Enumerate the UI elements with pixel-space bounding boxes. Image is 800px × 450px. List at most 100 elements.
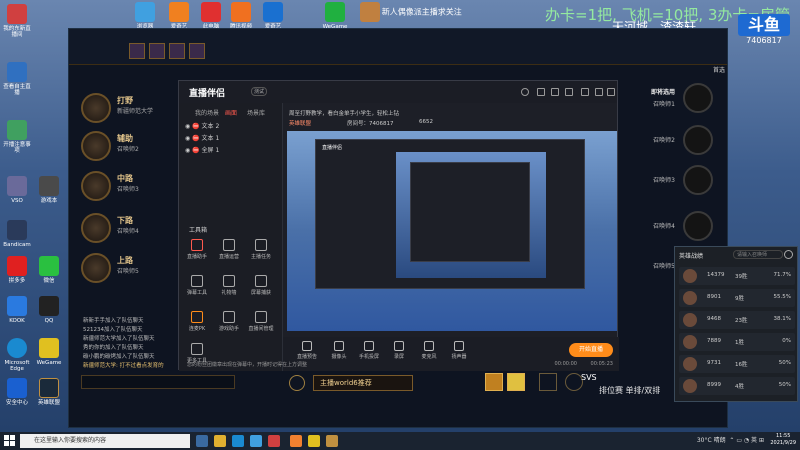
desktop-icon-8[interactable]: KOOK	[2, 296, 32, 324]
close-icon[interactable]	[607, 88, 615, 96]
task-view-icon[interactable]	[196, 435, 208, 447]
desktop-icon-13[interactable]: 英雄联盟	[34, 378, 64, 406]
camera-button[interactable]: 摄像头	[325, 341, 353, 360]
rank-row[interactable]: 8999 4胜 50%	[679, 377, 795, 395]
scene-item[interactable]: ◉ ⛔ 文本 2	[185, 121, 219, 130]
rank-row[interactable]: 8901 9胜 55.5%	[679, 289, 795, 307]
tab-scene-library[interactable]: 场景库	[247, 108, 265, 117]
stream-preview[interactable]: 直播伴侣	[287, 131, 617, 331]
rank-row[interactable]: 7889 1胜 0%	[679, 333, 795, 351]
summoner-spell-ignite[interactable]	[507, 373, 525, 391]
tool-item[interactable]: 直播助手	[183, 239, 211, 260]
app-icon[interactable]	[250, 435, 262, 447]
desktop-icon-10[interactable]: Microsoft Edge	[2, 338, 32, 372]
tab-my-scenes[interactable]: 我的场景	[195, 108, 219, 117]
lock-in-icon[interactable]	[289, 375, 305, 391]
tool-item[interactable]: 直播运营	[215, 239, 243, 260]
edge-icon[interactable]	[232, 435, 244, 447]
desktop-icon-6[interactable]: 拼多多	[2, 256, 32, 284]
stream-category[interactable]: 英雄联盟	[289, 119, 311, 127]
tool-item[interactable]: 屏幕捕获	[247, 275, 275, 296]
desktop-icon-11[interactable]: WeGame	[34, 338, 64, 366]
top-icon-2[interactable]: 此电脑	[196, 2, 226, 30]
stream-title[interactable]: 周至打野教学，看白金单手小学生，轻松上钻	[289, 109, 399, 117]
top-icon-0[interactable]: 浏览器	[130, 2, 160, 30]
file-explorer-icon[interactable]	[214, 435, 226, 447]
pick-slot-bot[interactable]: 下路 召唤师4	[77, 211, 192, 247]
app-icon[interactable]	[290, 435, 302, 447]
tool-item[interactable]: 直播间管理	[247, 311, 275, 332]
speaker-button[interactable]: 扬声器	[445, 341, 473, 360]
phone-cast-button[interactable]: 手机投屏	[355, 341, 383, 360]
top-icon-6[interactable]: 新人偶像派主播求关注	[360, 2, 480, 24]
rank-row[interactable]: 14379 39胜 71.7%	[679, 267, 795, 285]
lol-icon[interactable]	[326, 435, 338, 447]
desktop-icon-7[interactable]: 微信	[34, 256, 64, 284]
pick-slot-mid[interactable]: 中路 召唤师3	[77, 169, 192, 205]
rank-row[interactable]: 9468 23胜 38.1%	[679, 311, 795, 329]
champion-thumb[interactable]	[189, 43, 205, 59]
maximize-icon[interactable]	[595, 88, 603, 96]
rank-search-input[interactable]: 请输入召唤师	[733, 250, 783, 259]
menu-icon[interactable]	[565, 88, 573, 96]
live-companion-window: 直播伴侣 测试 我的场景 画面 场景库 ◉ ⛔ 文本 2 ◉ ⛔ 文本 1 ◉ …	[178, 80, 619, 371]
champion-portrait	[81, 171, 111, 201]
champion-thumb[interactable]	[129, 43, 145, 59]
desktop-icon-9[interactable]: QQ	[34, 296, 64, 324]
world-select[interactable]: 主播world6推荐	[313, 375, 413, 391]
minimize-icon[interactable]	[581, 88, 589, 96]
app-icon	[263, 2, 283, 22]
champion-thumb[interactable]	[169, 43, 185, 59]
microphone-button[interactable]: 麦克风	[415, 341, 443, 360]
desktop-icon-5[interactable]: Bandicam	[2, 220, 32, 248]
scene-item[interactable]: ◉ ⛔ 文本 1	[185, 133, 219, 142]
summoner-spell-flash[interactable]	[485, 373, 503, 391]
record-button[interactable]: 录屏	[385, 341, 413, 360]
tool-item[interactable]: 游戏助手	[215, 311, 243, 332]
pick-slot-top[interactable]: 上路 召唤师5	[77, 251, 192, 287]
taskbar-search-input[interactable]: 在这里输入你要搜索的内容	[20, 434, 190, 448]
desktop-icon-1[interactable]: 查看自主直播	[2, 62, 32, 96]
close-icon[interactable]	[784, 250, 793, 259]
desktop-icon-12[interactable]: 安全中心	[2, 378, 32, 406]
avatar	[683, 379, 697, 393]
desktop-icon-0[interactable]: 我的东新直播间	[2, 4, 32, 38]
app-icon	[39, 176, 59, 196]
app-main-panel: 周至打野教学，看白金单手小学生，轻松上钻 英雄联盟 房间号：7406817 66…	[283, 103, 619, 371]
clock[interactable]: 11:55 2021/9/29	[770, 433, 796, 447]
top-icon-3[interactable]: 腾讯视频	[226, 2, 256, 30]
pick-slot-support[interactable]: 辅助 召唤师2	[77, 129, 192, 165]
message-icon[interactable]	[537, 88, 545, 96]
scene-item[interactable]: ◉ ⛔ 全屏 1	[185, 145, 219, 154]
app-icon[interactable]	[308, 435, 320, 447]
avatar	[683, 357, 697, 371]
avatar[interactable]	[521, 88, 529, 96]
tab-canvas[interactable]: 画面	[225, 108, 237, 117]
pick-slot-jungle[interactable]: 打野 新疆师范大学	[77, 91, 192, 127]
champion-thumb[interactable]	[149, 43, 165, 59]
windows-start-icon[interactable]	[4, 435, 16, 447]
rune-icon[interactable]	[539, 373, 557, 391]
tool-item[interactable]: 连麦PK	[183, 311, 211, 332]
desktop-icon-3[interactable]: VSO	[2, 176, 32, 204]
system-tray[interactable]: 30°C 晴朗 ⌃ ▭ ◔ 英 ⊞	[697, 435, 764, 444]
rank-row[interactable]: 9731 16胜 50%	[679, 355, 795, 373]
pick-role: 打野	[117, 96, 133, 105]
tool-item[interactable]: 弹幕工具	[183, 275, 211, 296]
desktop-icon-4[interactable]: 游戏本	[34, 176, 64, 204]
tool-item[interactable]: 主播任务	[247, 239, 275, 260]
tool-item[interactable]: 礼物墙	[215, 275, 243, 296]
pick-role: 上路	[117, 256, 133, 265]
top-icon-5[interactable]: WeGame	[320, 2, 350, 30]
preview-button[interactable]: 直播预告	[293, 341, 321, 360]
microphone-icon	[424, 341, 434, 351]
app-icon[interactable]	[268, 435, 280, 447]
top-icon-4[interactable]: 爱奇艺	[258, 2, 288, 30]
pick-summoner: 召唤师2	[117, 146, 139, 153]
desktop-icon-2[interactable]: 开播注意事项	[2, 120, 32, 154]
chat-input[interactable]	[81, 375, 235, 389]
weather[interactable]: 30°C 晴朗	[697, 437, 726, 444]
start-live-button[interactable]: 开始直播	[569, 343, 613, 357]
settings-icon[interactable]	[551, 88, 559, 96]
top-icon-1[interactable]: 爱奇艺	[164, 2, 194, 30]
